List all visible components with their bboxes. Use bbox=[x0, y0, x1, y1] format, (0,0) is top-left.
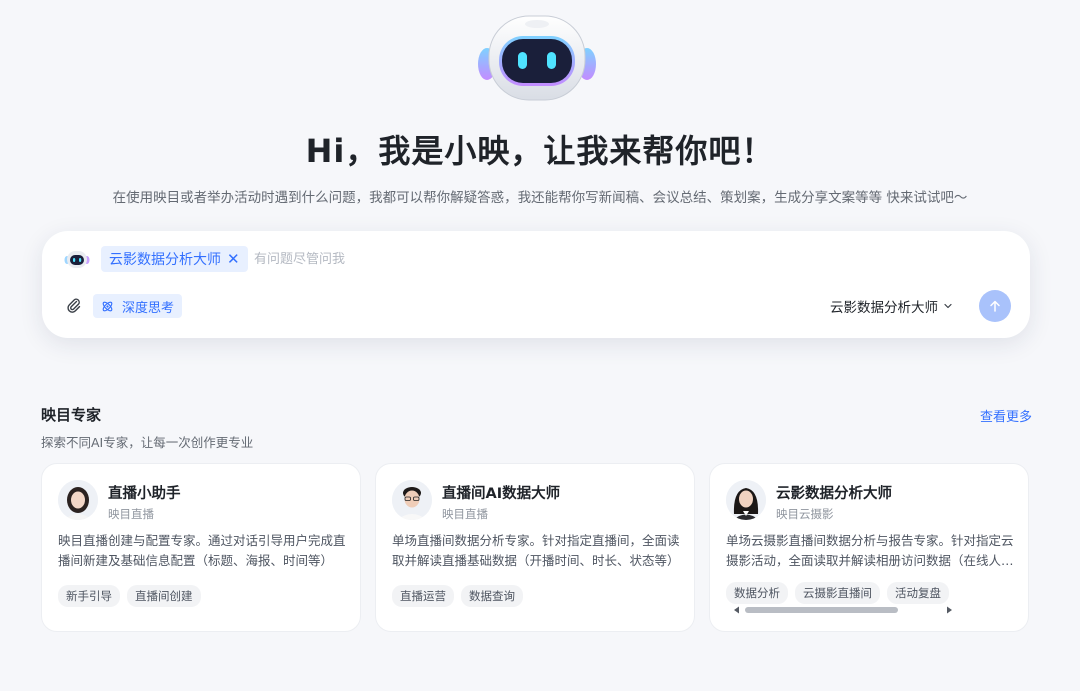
deep-think-label: 深度思考 bbox=[122, 300, 175, 316]
expert-tags: 直播运营 数据查询 bbox=[392, 585, 682, 607]
expert-tag: 直播间创建 bbox=[127, 585, 201, 607]
chat-input[interactable] bbox=[254, 248, 954, 270]
page-subtitle: 在使用映目或者举办活动时遇到什么问题，我都可以帮你解疑答惑，我还能帮你写新闻稿、… bbox=[112, 190, 968, 206]
chat-input-card: 云影数据分析大师 ✕ 深度思考 云影数据分析大师 bbox=[42, 231, 1030, 338]
expert-org: 映目直播 bbox=[442, 507, 488, 521]
expert-tags: 新手引导 直播间创建 bbox=[58, 585, 348, 607]
close-icon[interactable]: ✕ bbox=[227, 250, 240, 268]
expert-org: 映目直播 bbox=[108, 507, 154, 521]
expert-name: 直播间AI数据大师 bbox=[442, 486, 561, 502]
tags-horizontal-scrollbar[interactable] bbox=[732, 604, 954, 616]
send-button[interactable] bbox=[979, 290, 1011, 322]
paperclip-icon[interactable] bbox=[66, 297, 82, 313]
experts-section-subtitle: 探索不同AI专家，让每一次创作更专业 bbox=[41, 435, 254, 450]
see-more-link[interactable]: 查看更多 bbox=[980, 406, 1032, 425]
robot-mascot-icon bbox=[478, 15, 596, 101]
selected-agent-label: 云影数据分析大师 bbox=[109, 252, 221, 268]
expert-card[interactable]: 直播间AI数据大师 映目直播 单场直播间数据分析专家。针对指定直播间，全面读取并… bbox=[375, 463, 695, 632]
scroll-left-arrow-icon bbox=[734, 606, 739, 614]
model-select[interactable]: 云影数据分析大师 bbox=[830, 296, 953, 316]
arrow-up-icon bbox=[990, 300, 1000, 312]
expert-tag: 云摄影直播间 bbox=[795, 582, 880, 604]
expert-description: 单场云摄影直播间数据分析与报告专家。针对指定云摄影活动，全面读取并解读相册访问数… bbox=[726, 533, 1014, 568]
expert-description: 单场直播间数据分析专家。针对指定直播间，全面读取并解读直播基础数据（开播时间、时… bbox=[392, 533, 680, 568]
expert-card[interactable]: 云影数据分析大师 映目云摄影 单场云摄影直播间数据分析与报告专家。针对指定云摄影… bbox=[709, 463, 1029, 632]
avatar bbox=[58, 480, 98, 520]
expert-tag: 数据分析 bbox=[726, 582, 788, 604]
avatar bbox=[392, 480, 432, 520]
deep-think-toggle[interactable]: 深度思考 bbox=[93, 294, 183, 318]
page-title: Hi，我是小映，让我来帮你吧！ bbox=[305, 132, 775, 170]
expert-card[interactable]: 直播小助手 映目直播 映目直播创建与配置专家。通过对话引导用户完成直播间新建及基… bbox=[41, 463, 361, 632]
model-select-label: 云影数据分析大师 bbox=[830, 300, 938, 316]
expert-tag: 直播运营 bbox=[392, 585, 454, 607]
atom-icon bbox=[102, 301, 113, 311]
expert-description: 映目直播创建与配置专家。通过对话引导用户完成直播间新建及基础信息配置（标题、海报… bbox=[58, 533, 346, 568]
avatar bbox=[726, 480, 766, 520]
expert-name: 直播小助手 bbox=[108, 486, 181, 502]
selected-agent-chip[interactable]: 云影数据分析大师 ✕ bbox=[101, 246, 248, 272]
experts-section-title: 映目专家 bbox=[41, 406, 102, 424]
expert-name: 云影数据分析大师 bbox=[776, 486, 892, 502]
scroll-thumb bbox=[745, 607, 898, 613]
chevron-down-icon bbox=[944, 303, 952, 309]
expert-tags: 数据分析 云摄影直播间 活动复盘 bbox=[726, 582, 1016, 604]
robot-avatar-icon bbox=[64, 251, 90, 268]
expert-tag: 活动复盘 bbox=[887, 582, 949, 604]
expert-org: 映目云摄影 bbox=[776, 507, 834, 521]
expert-tag: 数据查询 bbox=[461, 585, 523, 607]
expert-tag: 新手引导 bbox=[58, 585, 120, 607]
scroll-right-arrow-icon bbox=[947, 606, 952, 614]
